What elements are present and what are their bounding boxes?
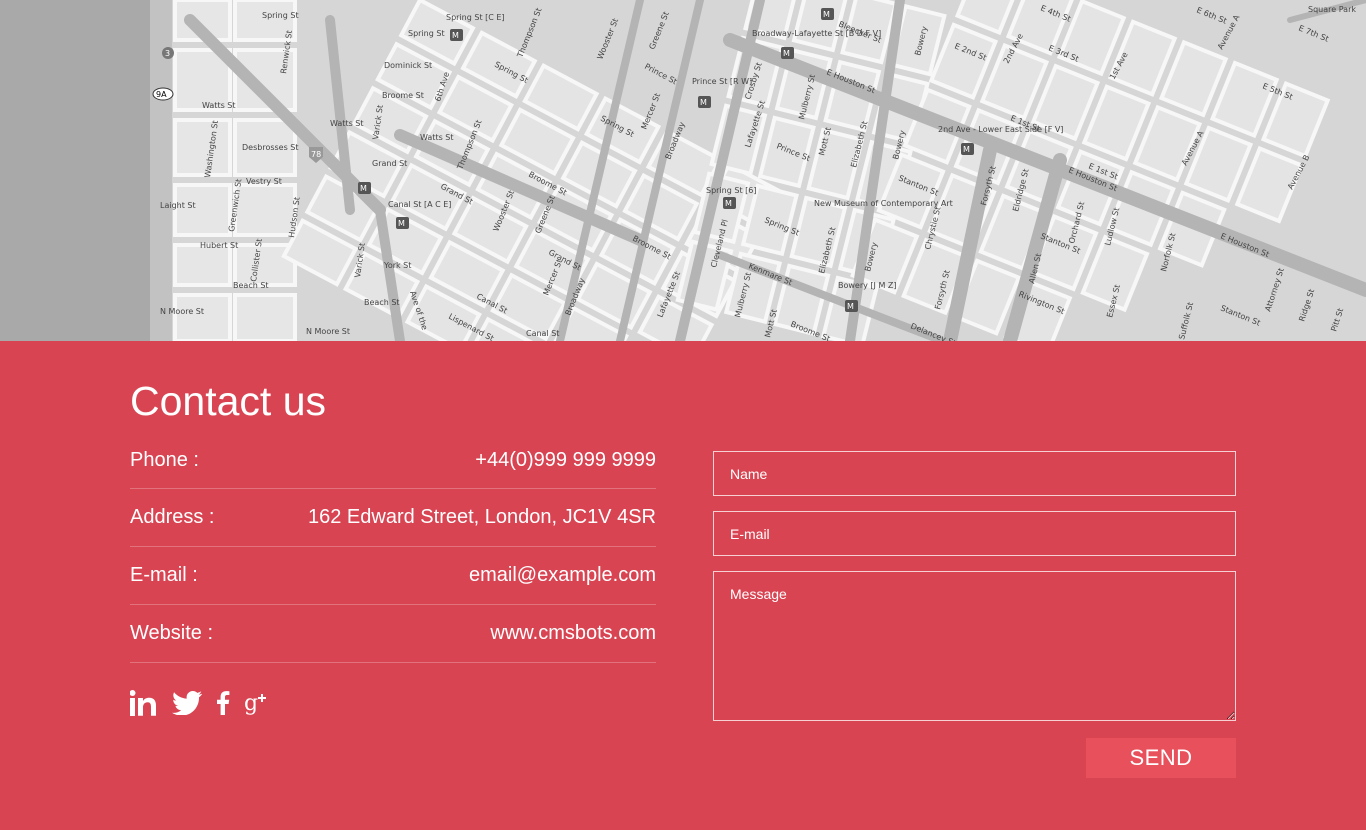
map-label: Hubert St xyxy=(200,241,238,250)
map-label: Canal St xyxy=(526,329,559,338)
map-label: M xyxy=(847,302,854,311)
twitter-icon[interactable] xyxy=(172,691,202,715)
map-label: M xyxy=(783,49,790,58)
map-label: Broome St xyxy=(382,91,424,100)
address-label: Address : xyxy=(130,506,215,528)
contact-section: Contact us Phone : +44(0)999 999 9999 Ad… xyxy=(0,341,1366,830)
address-value: 162 Edward Street, London, JC1V 4SR xyxy=(308,506,656,528)
map-label: M xyxy=(725,199,732,208)
email-value[interactable]: email@example.com xyxy=(469,564,656,587)
phone-label: Phone : xyxy=(130,449,199,471)
map-label: York St xyxy=(383,261,411,270)
facebook-icon[interactable] xyxy=(216,691,230,715)
map-label: Beach St xyxy=(233,281,269,290)
map-label: Spring St xyxy=(408,29,445,38)
send-button[interactable]: SEND xyxy=(1086,738,1236,778)
map-label: N Moore St xyxy=(306,327,350,336)
phone-value: +44(0)999 999 9999 xyxy=(475,449,656,471)
name-input[interactable] xyxy=(713,451,1236,496)
map-label: Canal St [A C E] xyxy=(388,200,451,209)
map-label: Bowery [J M Z] xyxy=(838,281,896,290)
map-label: M xyxy=(963,145,970,154)
website-label: Website : xyxy=(130,622,213,644)
google-plus-icon[interactable]: g xyxy=(244,690,270,716)
map-label: Prince St [R W] xyxy=(692,77,752,86)
map-label: 3 xyxy=(165,49,170,58)
website-link[interactable]: www.cmsbots.com xyxy=(490,622,656,645)
map-label: Spring St [C E] xyxy=(446,13,505,22)
message-textarea[interactable] xyxy=(713,571,1236,721)
email-input[interactable] xyxy=(713,511,1236,556)
map-label: M xyxy=(452,31,459,40)
svg-text:g: g xyxy=(244,691,258,716)
map-label: Square Park xyxy=(1308,5,1356,14)
contact-title: Contact us xyxy=(130,378,326,424)
map-label: Laight St xyxy=(160,201,196,210)
map-label: M xyxy=(398,219,405,228)
map-label: N Moore St xyxy=(160,307,204,316)
map-label: Spring St [6] xyxy=(706,186,756,195)
info-row-phone: Phone : +44(0)999 999 9999 xyxy=(130,431,656,489)
contact-info-list: Phone : +44(0)999 999 9999 Address : 162… xyxy=(130,431,656,663)
info-row-website: Website : www.cmsbots.com xyxy=(130,605,656,663)
contact-form xyxy=(713,451,1236,721)
social-links: g xyxy=(130,690,270,716)
map-label: Vestry St xyxy=(246,177,282,186)
map-label: Desbrosses St xyxy=(242,143,299,152)
map-label: New Museum of Contemporary Art xyxy=(814,199,953,208)
email-label: E-mail : xyxy=(130,564,198,586)
map-label: M xyxy=(360,184,367,193)
map-label: Dominick St xyxy=(384,61,432,70)
map[interactable]: Spring St Spring St Dominick St Watts St… xyxy=(0,0,1366,341)
street-map: Spring St Spring St Dominick St Watts St… xyxy=(0,0,1366,341)
map-label: Grand St xyxy=(372,159,407,168)
map-label: Spring St xyxy=(262,11,299,20)
map-label: 78 xyxy=(311,150,321,159)
linkedin-icon[interactable] xyxy=(130,690,158,716)
map-label: Watts St xyxy=(330,119,364,128)
info-row-email: E-mail : email@example.com xyxy=(130,547,656,605)
map-label: Beach St xyxy=(364,298,400,307)
map-label: Watts St xyxy=(420,133,454,142)
info-row-address: Address : 162 Edward Street, London, JC1… xyxy=(130,489,656,547)
map-label: M xyxy=(823,10,830,19)
map-label: 2nd Ave - Lower East Side [F V] xyxy=(938,125,1063,134)
map-label: M xyxy=(700,98,707,107)
map-label: Watts St xyxy=(202,101,236,110)
map-label: 9A xyxy=(156,90,167,99)
